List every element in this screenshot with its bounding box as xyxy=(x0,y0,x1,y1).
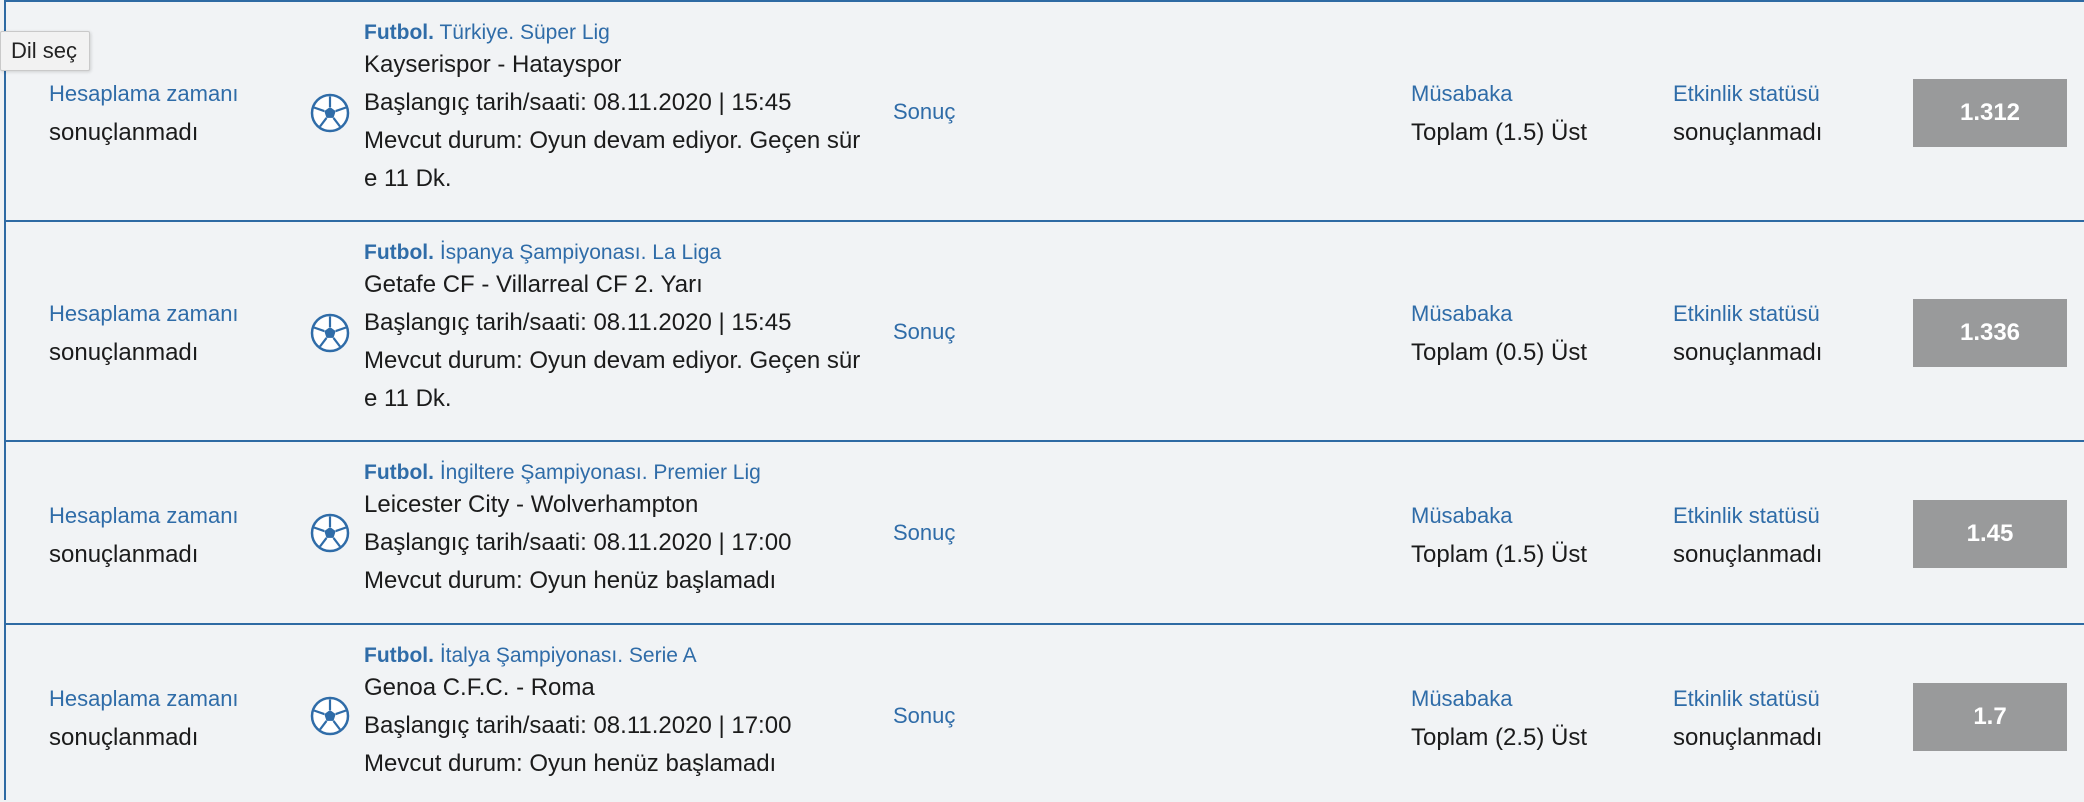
calculation-time-value: sonuçlanmadı xyxy=(49,339,199,366)
calculation-time-column: Hesaplama zamanı sonuçlanmadı xyxy=(49,685,239,753)
result-link[interactable]: Sonuç xyxy=(893,98,955,126)
calculation-time-value: sonuçlanmadı xyxy=(49,119,199,146)
event-start-time: Başlangıç tarih/saati: 08.11.2020 | 15:4… xyxy=(364,89,792,116)
calculation-time-label: Hesaplama zamanı xyxy=(49,301,239,326)
calculation-time-value: sonuçlanmadı xyxy=(49,541,199,568)
event-teams: Genoa C.F.C. - Roma xyxy=(364,674,595,701)
league-name: Türkiye. Süper Lig xyxy=(433,21,610,44)
bet-row: Hesaplama zamanı sonuçlanmadı Futbol. İn… xyxy=(6,442,2084,625)
event-current-status: Mevcut durum: Oyun henüz başlamadı xyxy=(364,567,777,594)
event-status-value: sonuçlanmadı xyxy=(1673,541,1823,568)
odd-button[interactable]: 1.7 xyxy=(1913,683,2067,751)
odd-button[interactable]: 1.336 xyxy=(1913,299,2067,367)
calculation-time-label: Hesaplama zamanı xyxy=(49,81,239,106)
event-current-status: Mevcut durum: Oyun devam ediyor. Geçen s… xyxy=(364,127,861,192)
event-teams: Leicester City - Wolverhampton xyxy=(364,491,699,518)
market-label: Müsabaka xyxy=(1411,686,1513,711)
market-column: Müsabaka Toplam (1.5) Üst xyxy=(1411,502,1587,570)
soccer-ball-icon xyxy=(310,513,350,553)
market-value: Toplam (0.5) Üst xyxy=(1411,339,1588,366)
event-info: Futbol. İspanya Şampiyonası. La Liga Get… xyxy=(364,240,864,418)
odd-button[interactable]: 1.312 xyxy=(1913,79,2067,147)
result-link[interactable]: Sonuç xyxy=(893,318,955,346)
event-current-status: Mevcut durum: Oyun henüz başlamadı xyxy=(364,750,777,777)
event-league[interactable]: Futbol. Türkiye. Süper Lig xyxy=(364,20,864,46)
event-league[interactable]: Futbol. İngiltere Şampiyonası. Premier L… xyxy=(364,460,864,486)
event-status-value: sonuçlanmadı xyxy=(1673,724,1823,751)
calculation-time-column: Hesaplama zamanı sonuçlanmadı xyxy=(49,80,239,148)
event-current-status: Mevcut durum: Oyun devam ediyor. Geçen s… xyxy=(364,347,861,412)
bet-row: Hesaplama zamanı sonuçlanmadı Futbol. İs… xyxy=(6,222,2084,442)
event-status-value: sonuçlanmadı xyxy=(1673,119,1823,146)
result-link[interactable]: Sonuç xyxy=(893,702,955,730)
event-start-time: Başlangıç tarih/saati: 08.11.2020 | 17:0… xyxy=(364,712,792,739)
bet-row: Hesaplama zamanı sonuçlanmadı Futbol. Tü… xyxy=(6,2,2084,222)
sport-name: Futbol. xyxy=(364,644,434,667)
market-label: Müsabaka xyxy=(1411,301,1513,326)
event-status-label: Etkinlik statüsü xyxy=(1673,81,1820,106)
calculation-time-value: sonuçlanmadı xyxy=(49,724,199,751)
event-info: Futbol. İngiltere Şampiyonası. Premier L… xyxy=(364,460,864,600)
market-column: Müsabaka Toplam (1.5) Üst xyxy=(1411,80,1587,148)
event-teams: Kayserispor - Hatayspor xyxy=(364,51,622,78)
market-column: Müsabaka Toplam (2.5) Üst xyxy=(1411,685,1587,753)
calculation-time-label: Hesaplama zamanı xyxy=(49,686,239,711)
market-value: Toplam (1.5) Üst xyxy=(1411,119,1588,146)
market-label: Müsabaka xyxy=(1411,81,1513,106)
event-start-time: Başlangıç tarih/saati: 08.11.2020 | 15:4… xyxy=(364,309,792,336)
calculation-time-column: Hesaplama zamanı sonuçlanmadı xyxy=(49,300,239,368)
sport-name: Futbol. xyxy=(364,241,434,264)
result-link[interactable]: Sonuç xyxy=(893,519,955,547)
market-label: Müsabaka xyxy=(1411,503,1513,528)
event-info: Futbol. Türkiye. Süper Lig Kayserispor -… xyxy=(364,20,864,198)
language-tooltip: Dil seç xyxy=(0,31,91,71)
event-status-label: Etkinlik statüsü xyxy=(1673,686,1820,711)
event-league[interactable]: Futbol. İtalya Şampiyonası. Serie A xyxy=(364,643,864,669)
market-value: Toplam (1.5) Üst xyxy=(1411,541,1588,568)
bet-row: Hesaplama zamanı sonuçlanmadı Futbol. İt… xyxy=(6,625,2084,802)
league-name: İngiltere Şampiyonası. Premier Lig xyxy=(433,461,761,484)
event-status-column: Etkinlik statüsü sonuçlanmadı xyxy=(1673,685,1822,753)
event-status-label: Etkinlik statüsü xyxy=(1673,301,1820,326)
sport-name: Futbol. xyxy=(364,21,434,44)
calculation-time-column: Hesaplama zamanı sonuçlanmadı xyxy=(49,502,239,570)
market-column: Müsabaka Toplam (0.5) Üst xyxy=(1411,300,1587,368)
event-status-column: Etkinlik statüsü sonuçlanmadı xyxy=(1673,300,1822,368)
soccer-ball-icon xyxy=(310,93,350,133)
calculation-time-label: Hesaplama zamanı xyxy=(49,503,239,528)
bet-history-list: Hesaplama zamanı sonuçlanmadı Futbol. Tü… xyxy=(4,0,2084,800)
market-value: Toplam (2.5) Üst xyxy=(1411,724,1588,751)
event-status-column: Etkinlik statüsü sonuçlanmadı xyxy=(1673,80,1822,148)
event-league[interactable]: Futbol. İspanya Şampiyonası. La Liga xyxy=(364,240,864,266)
event-start-time: Başlangıç tarih/saati: 08.11.2020 | 17:0… xyxy=(364,529,792,556)
soccer-ball-icon xyxy=(310,696,350,736)
soccer-ball-icon xyxy=(310,313,350,353)
event-teams: Getafe CF - Villarreal CF 2. Yarı xyxy=(364,271,703,298)
event-status-value: sonuçlanmadı xyxy=(1673,339,1823,366)
event-info: Futbol. İtalya Şampiyonası. Serie A Geno… xyxy=(364,643,864,783)
odd-button[interactable]: 1.45 xyxy=(1913,500,2067,568)
event-status-label: Etkinlik statüsü xyxy=(1673,503,1820,528)
league-name: İtalya Şampiyonası. Serie A xyxy=(433,644,697,667)
event-status-column: Etkinlik statüsü sonuçlanmadı xyxy=(1673,502,1822,570)
league-name: İspanya Şampiyonası. La Liga xyxy=(433,241,722,264)
sport-name: Futbol. xyxy=(364,461,434,484)
